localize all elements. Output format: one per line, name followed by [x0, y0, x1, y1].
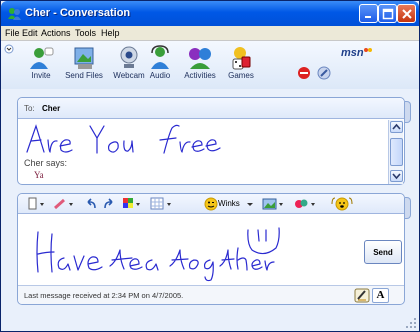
- send-files-button[interactable]: Send Files: [61, 43, 107, 85]
- pen-button[interactable]: [26, 197, 48, 211]
- font-button[interactable]: A: [372, 288, 389, 303]
- background-image-button[interactable]: [262, 197, 288, 211]
- games-icon: [232, 47, 251, 70]
- pen-icon: [28, 197, 44, 210]
- compose-pane: Winks Send Last message received at 2:34…: [17, 193, 405, 305]
- conversation-window: Cher - Conversation File Edit Actions To…: [0, 0, 420, 332]
- smiley-drawing: [247, 227, 280, 255]
- menu-edit[interactable]: Edit: [22, 28, 38, 38]
- nudge-icon: [331, 197, 353, 211]
- handwriting-mode-icon[interactable]: [354, 288, 370, 303]
- eraser-icon: [54, 198, 73, 210]
- status-bar: Last message received at 2:34 PM on 4/7/…: [18, 285, 404, 304]
- to-label: To:: [24, 104, 35, 113]
- webcam-icon: [120, 46, 138, 68]
- redo-icon: [104, 198, 113, 209]
- audio-icon: [151, 45, 169, 69]
- games-button[interactable]: Games: [223, 43, 259, 85]
- close-icon: [402, 9, 412, 19]
- received-handwriting-ink: [26, 124, 221, 154]
- minimize-icon: [365, 16, 371, 18]
- grid-icon: [150, 197, 171, 210]
- expand-top-pane-tab[interactable]: [405, 101, 411, 123]
- winks-button[interactable]: [204, 197, 218, 211]
- messenger-buddy-icon: [8, 8, 21, 20]
- background-icon[interactable]: [317, 66, 331, 80]
- color-palette-icon: [123, 198, 140, 208]
- minimize-button[interactable]: [359, 4, 378, 23]
- grid-button[interactable]: [150, 197, 176, 211]
- contact-name[interactable]: Cher: [42, 104, 60, 113]
- expand-compose-pane-tab[interactable]: [405, 197, 411, 219]
- scroll-thumb[interactable]: [390, 138, 403, 166]
- audio-label: Audio: [149, 71, 171, 80]
- winks-label: Winks: [218, 199, 240, 208]
- activities-button[interactable]: Activities: [179, 43, 221, 85]
- menu-help[interactable]: Help: [101, 28, 120, 38]
- invite-label: Invite: [31, 71, 51, 80]
- send-files-icon: [74, 47, 94, 69]
- menu-tools[interactable]: Tools: [75, 28, 96, 38]
- msn-logo: msn: [341, 47, 372, 59]
- invite-button[interactable]: Invite: [21, 43, 61, 85]
- gift-button[interactable]: [294, 197, 320, 211]
- maximize-icon: [382, 8, 394, 20]
- resize-grip-icon[interactable]: [405, 317, 417, 329]
- gift-icon: [295, 199, 315, 208]
- undo-button[interactable]: [84, 197, 98, 211]
- conversation-history-pane: To: Cher Cher says: Ya: [17, 97, 405, 185]
- menu-actions[interactable]: Actions: [41, 28, 71, 38]
- send-button[interactable]: Send: [364, 240, 402, 264]
- msn-butterfly-icon: [363, 48, 372, 52]
- formatting-toolbar: Winks: [18, 194, 404, 214]
- nudge-button[interactable]: [330, 197, 354, 211]
- scroll-down-button[interactable]: [390, 170, 403, 182]
- activities-icon: [189, 48, 211, 69]
- send-files-label: Send Files: [65, 71, 103, 80]
- activities-label: Activities: [184, 71, 216, 80]
- winks-dropdown[interactable]: [247, 197, 253, 211]
- scroll-up-button[interactable]: [390, 121, 403, 133]
- chevron-down-icon: [247, 203, 253, 206]
- invite-icon: [30, 47, 54, 69]
- to-bar: To: Cher: [18, 98, 404, 119]
- eraser-button[interactable]: [52, 197, 78, 211]
- redo-button[interactable]: [102, 197, 116, 211]
- history-scrollbar[interactable]: [388, 120, 403, 184]
- undo-icon: [87, 198, 96, 209]
- sender-message: Ya: [34, 170, 44, 180]
- main-toolbar: Invite Send Files Webcam Audio Activitie…: [1, 41, 419, 89]
- menu-file[interactable]: File: [5, 28, 20, 38]
- status-text: Last message received at 2:34 PM on 4/7/…: [24, 291, 184, 300]
- audio-button[interactable]: Audio: [143, 43, 177, 85]
- expand-toolbar-icon[interactable]: [4, 44, 14, 54]
- sender-says-label: Cher says:: [24, 158, 68, 168]
- color-button[interactable]: [122, 197, 144, 211]
- picture-icon: [262, 198, 283, 210]
- menu-bar: File Edit Actions Tools Help: [1, 26, 419, 41]
- chevron-down-icon: [392, 173, 401, 180]
- maximize-button[interactable]: [378, 4, 397, 23]
- close-button[interactable]: [397, 4, 416, 23]
- title-bar[interactable]: Cher - Conversation: [1, 1, 419, 26]
- games-label: Games: [228, 71, 254, 80]
- winks-icon: [204, 197, 218, 211]
- window-title: Cher - Conversation: [25, 7, 131, 19]
- chevron-up-icon: [392, 123, 401, 130]
- block-icon[interactable]: [297, 66, 311, 80]
